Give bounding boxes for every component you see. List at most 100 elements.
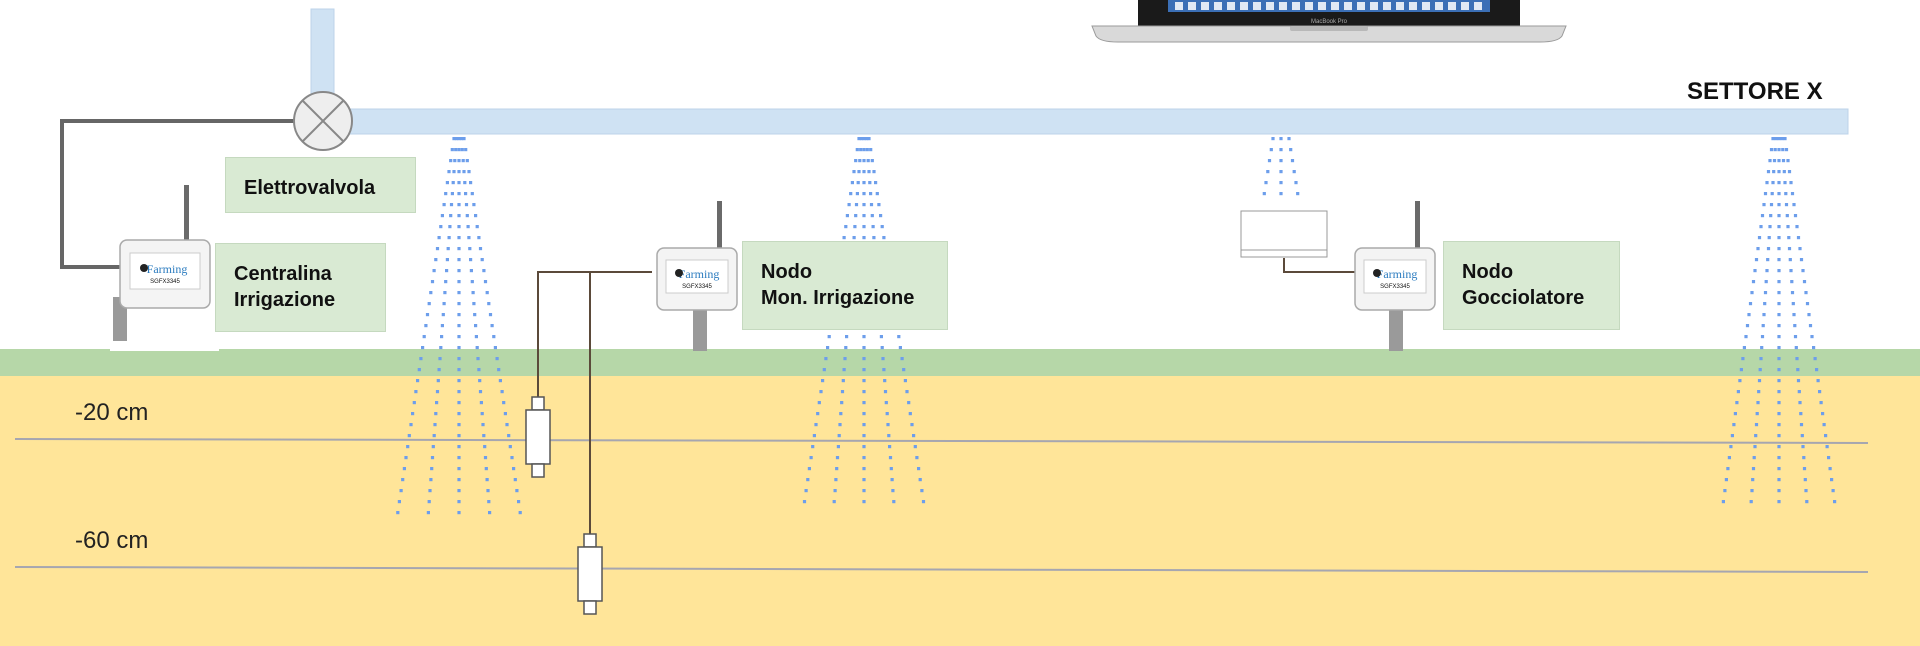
spray-dot (862, 357, 866, 361)
spray-dot (1279, 192, 1283, 196)
spray-dot (426, 511, 430, 515)
spray-dot (824, 357, 828, 361)
spray-dot (1279, 148, 1283, 152)
spray-dot (1753, 269, 1757, 273)
spray-dot (838, 423, 842, 427)
spray-dot (1763, 291, 1768, 295)
spray-dot (835, 456, 840, 460)
spray-dot (1805, 500, 1809, 504)
spray-dot (457, 368, 461, 372)
spray-dot (1269, 148, 1273, 152)
spray-dot (449, 159, 453, 163)
spray-dot (862, 368, 866, 372)
spray-dot (469, 269, 473, 273)
spray-dot (883, 390, 888, 394)
spray-dot (1822, 423, 1826, 427)
spray-dot (874, 181, 878, 185)
spray-dot (1771, 181, 1775, 185)
spray-dot (437, 368, 441, 372)
spray-dot (1827, 456, 1831, 460)
spray-dot (1793, 335, 1798, 339)
spray-dot (510, 456, 514, 460)
spray-dot (875, 192, 879, 196)
spray-dot (1736, 390, 1740, 394)
spray-dot (819, 390, 823, 394)
spray-dot (862, 159, 866, 163)
spray-dot (457, 511, 461, 515)
spray-dot (1289, 148, 1293, 152)
spray-dot (475, 346, 479, 350)
spray-dot (1759, 357, 1763, 361)
spray-dot (445, 181, 449, 185)
spray-dot (1777, 500, 1781, 504)
spray-dot (1819, 401, 1823, 405)
spray-dot (480, 258, 484, 262)
spray-dot (1777, 445, 1781, 449)
spray-dot (1783, 181, 1787, 185)
spray-dot (804, 489, 808, 493)
spray-dot (483, 445, 487, 449)
spray-dot (826, 346, 830, 350)
main-pipe (339, 108, 1849, 135)
spray-dot (837, 434, 841, 438)
spray-dot (1781, 148, 1785, 152)
spray-dot (437, 236, 441, 240)
spray-dot (429, 478, 433, 482)
spray-dot (500, 390, 504, 394)
spray-dot (866, 159, 870, 163)
svg-text:Farming: Farming (679, 267, 720, 281)
spray-dot (457, 401, 461, 405)
spray-dot (447, 170, 451, 174)
spray-dot (1753, 445, 1757, 449)
spray-dot (889, 467, 893, 471)
spray-dot (421, 346, 425, 350)
spray-dot (449, 203, 454, 207)
spray-dot (839, 412, 843, 416)
spray-dot (471, 291, 475, 295)
spray-dot (865, 148, 869, 152)
spray-dot (1793, 214, 1798, 218)
spray-dot (882, 236, 886, 240)
spray-dot (1784, 203, 1789, 207)
spray-dot (891, 489, 895, 493)
spray-dot (842, 368, 846, 372)
spray-dot (1777, 489, 1781, 493)
spray-dot (880, 346, 884, 350)
spray-dot (881, 357, 885, 361)
spray-dot (812, 434, 816, 438)
spray-dot (427, 500, 431, 504)
valve-label: Elettrovalvola (244, 177, 376, 199)
laptop-icon: MacBook Pro (1091, 0, 1567, 43)
spray-dot (1801, 445, 1805, 449)
spray-dot (482, 269, 486, 273)
spray-dot (1760, 214, 1765, 218)
spray-dot (1777, 456, 1781, 460)
spray-dot (1777, 357, 1781, 361)
svg-text:SGFX3345: SGFX3345 (150, 279, 180, 285)
dripper-node-device: Farming SGFX3345 (1354, 201, 1436, 351)
spray-dot (811, 445, 815, 449)
spray-dot (457, 181, 461, 185)
spray-dot (435, 247, 440, 251)
spray-dot (419, 357, 423, 361)
spray-dot (834, 478, 838, 482)
spray-dot (1762, 203, 1766, 207)
spray-dot (1757, 236, 1762, 240)
spray-dot (892, 500, 896, 504)
spray-dot (806, 478, 810, 482)
spray-dot (457, 434, 461, 438)
spray-dot (844, 225, 848, 229)
spray-dot (862, 423, 866, 427)
spray-dot (921, 500, 926, 504)
spray-dot (856, 181, 860, 185)
spray-dot (414, 390, 418, 394)
spray-dot (1763, 302, 1767, 306)
spray-dot (462, 137, 466, 141)
spray-dot (908, 412, 912, 416)
spray-dot (1824, 434, 1828, 438)
spray-dot (817, 401, 821, 405)
spray-dot (1769, 148, 1774, 152)
depth-label-20: -20 cm (75, 399, 149, 426)
spray-dot (858, 159, 862, 163)
spray-dot (844, 346, 848, 350)
